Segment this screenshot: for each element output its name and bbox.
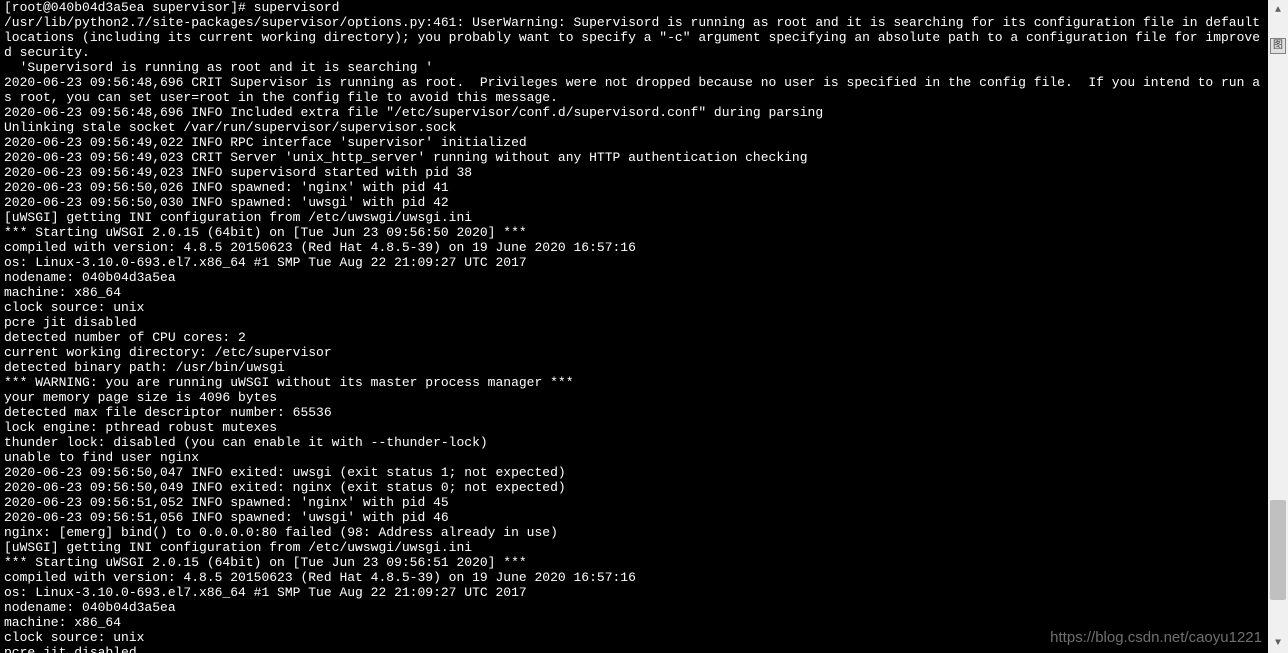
scroll-up-arrow-icon[interactable]: ▲: [1268, 0, 1288, 20]
terminal-output[interactable]: [root@040b04d3a5ea supervisor]# supervis…: [0, 0, 1268, 653]
terminal-line: 2020-06-23 09:56:50,047 INFO exited: uws…: [4, 465, 1264, 480]
terminal-line: machine: x86_64: [4, 615, 1264, 630]
terminal-line: lock engine: pthread robust mutexes: [4, 420, 1264, 435]
terminal-line: nodename: 040b04d3a5ea: [4, 600, 1264, 615]
terminal-line: 'Supervisord is running as root and it i…: [4, 60, 1264, 75]
terminal-line: pcre jit disabled: [4, 645, 1264, 653]
scroll-down-arrow-icon[interactable]: ▼: [1268, 633, 1288, 653]
terminal-line: [uWSGI] getting INI configuration from /…: [4, 210, 1264, 225]
terminal-line: 2020-06-23 09:56:49,022 INFO RPC interfa…: [4, 135, 1264, 150]
vertical-scrollbar[interactable]: ▲ ▼: [1268, 0, 1288, 653]
image-marker-icon: 图: [1270, 38, 1286, 54]
terminal-line: nodename: 040b04d3a5ea: [4, 270, 1264, 285]
scrollbar-track[interactable]: [1268, 20, 1288, 633]
terminal-line: [root@040b04d3a5ea supervisor]# supervis…: [4, 0, 1264, 15]
terminal-line: /usr/lib/python2.7/site-packages/supervi…: [4, 15, 1264, 60]
terminal-line: 2020-06-23 09:56:48,696 CRIT Supervisor …: [4, 75, 1264, 105]
terminal-line: 2020-06-23 09:56:50,049 INFO exited: ngi…: [4, 480, 1264, 495]
terminal-line: thunder lock: disabled (you can enable i…: [4, 435, 1264, 450]
terminal-line: your memory page size is 4096 bytes: [4, 390, 1264, 405]
terminal-line: 2020-06-23 09:56:48,696 INFO Included ex…: [4, 105, 1264, 120]
terminal-line: pcre jit disabled: [4, 315, 1264, 330]
terminal-line: Unlinking stale socket /var/run/supervis…: [4, 120, 1264, 135]
scrollbar-thumb[interactable]: [1270, 500, 1286, 600]
terminal-line: [uWSGI] getting INI configuration from /…: [4, 540, 1264, 555]
terminal-line: 2020-06-23 09:56:50,030 INFO spawned: 'u…: [4, 195, 1264, 210]
terminal-line: nginx: [emerg] bind() to 0.0.0.0:80 fail…: [4, 525, 1264, 540]
terminal-line: *** Starting uWSGI 2.0.15 (64bit) on [Tu…: [4, 225, 1264, 240]
terminal-line: 2020-06-23 09:56:49,023 CRIT Server 'uni…: [4, 150, 1264, 165]
terminal-line: clock source: unix: [4, 300, 1264, 315]
terminal-line: os: Linux-3.10.0-693.el7.x86_64 #1 SMP T…: [4, 585, 1264, 600]
terminal-line: machine: x86_64: [4, 285, 1264, 300]
terminal-line: *** WARNING: you are running uWSGI witho…: [4, 375, 1264, 390]
terminal-line: current working directory: /etc/supervis…: [4, 345, 1264, 360]
terminal-line: compiled with version: 4.8.5 20150623 (R…: [4, 570, 1264, 585]
terminal-line: os: Linux-3.10.0-693.el7.x86_64 #1 SMP T…: [4, 255, 1264, 270]
terminal-line: unable to find user nginx: [4, 450, 1264, 465]
terminal-line: detected max file descriptor number: 655…: [4, 405, 1264, 420]
terminal-line: clock source: unix: [4, 630, 1264, 645]
terminal-line: detected number of CPU cores: 2: [4, 330, 1264, 345]
terminal-line: 2020-06-23 09:56:51,056 INFO spawned: 'u…: [4, 510, 1264, 525]
terminal-line: *** Starting uWSGI 2.0.15 (64bit) on [Tu…: [4, 555, 1264, 570]
terminal-line: compiled with version: 4.8.5 20150623 (R…: [4, 240, 1264, 255]
terminal-line: 2020-06-23 09:56:50,026 INFO spawned: 'n…: [4, 180, 1264, 195]
terminal-line: 2020-06-23 09:56:51,052 INFO spawned: 'n…: [4, 495, 1264, 510]
terminal-line: 2020-06-23 09:56:49,023 INFO supervisord…: [4, 165, 1264, 180]
terminal-line: detected binary path: /usr/bin/uwsgi: [4, 360, 1264, 375]
